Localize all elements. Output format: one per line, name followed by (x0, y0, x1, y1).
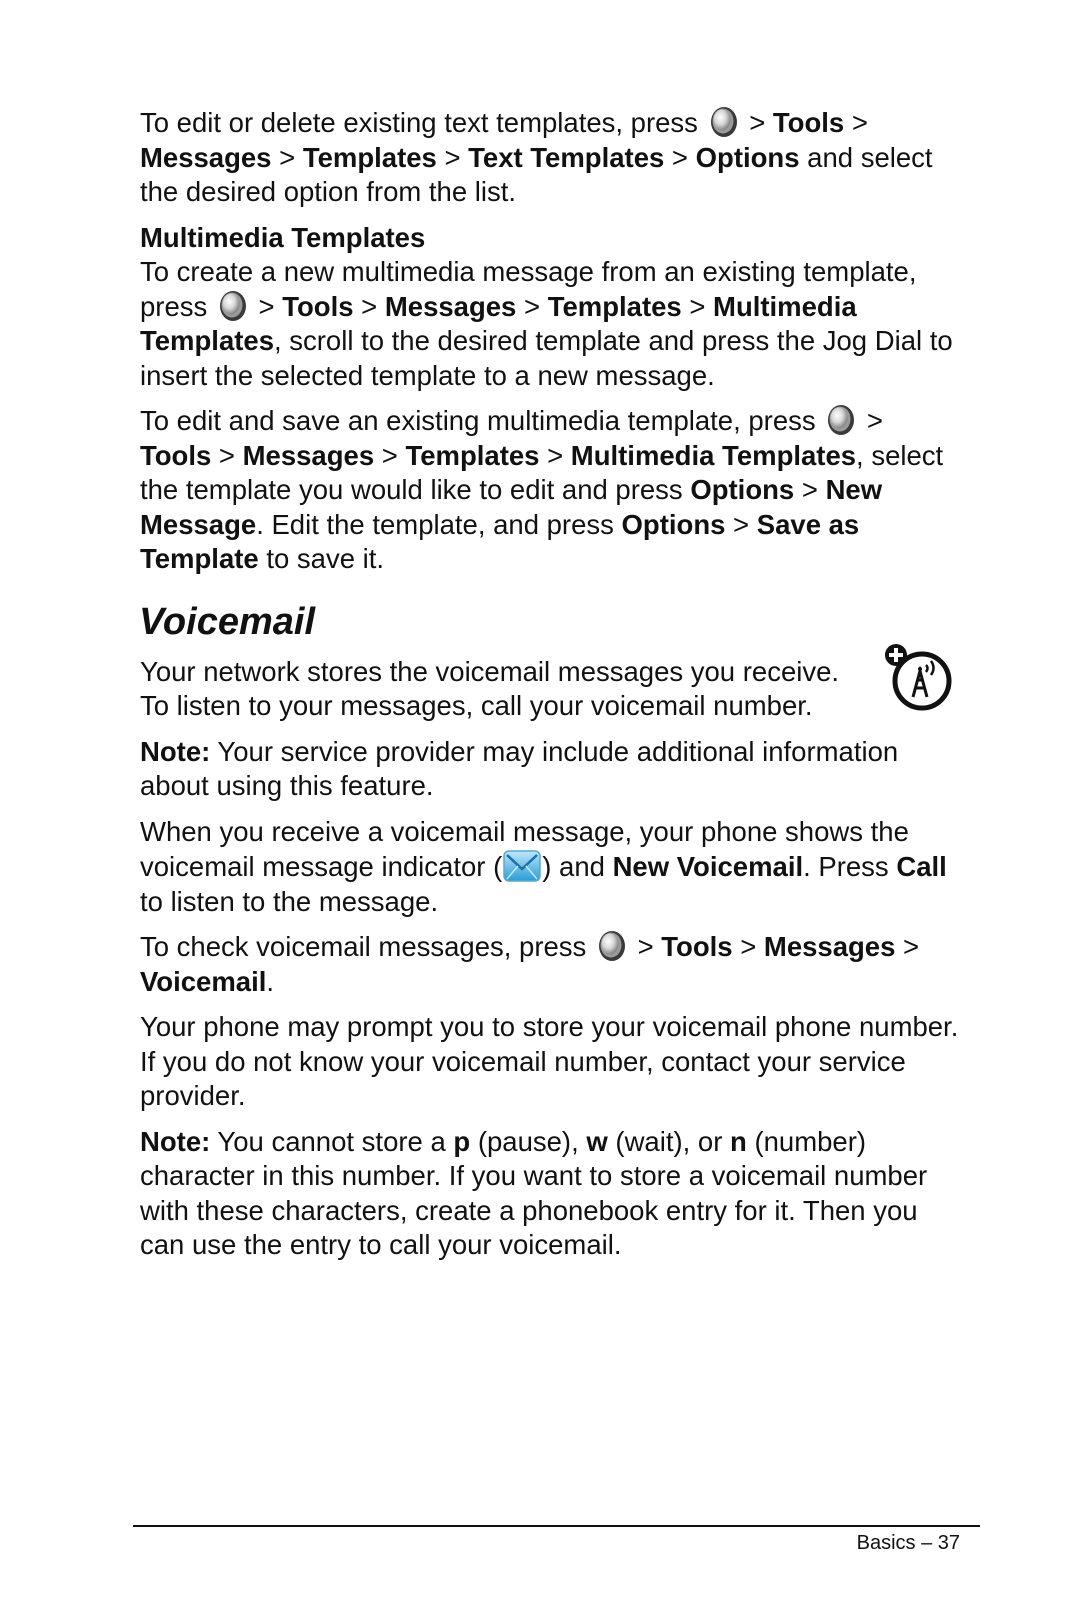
paragraph-edit-multimedia: To edit and save an existing multimedia … (140, 404, 944, 574)
page-number: Basics – 37 (856, 1532, 960, 1554)
menu-path-tools: Tools (772, 107, 845, 138)
paragraph-note-provider: Note: Your service provider may include … (140, 735, 899, 802)
paragraph-create-multimedia: To create a new multimedia message from … (140, 256, 953, 391)
envelope-icon (503, 850, 541, 882)
menu-path-messages: Messages (140, 141, 272, 173)
menu-key-icon (825, 404, 857, 436)
paragraph-check-voicemail: To check voicemail messages, press > Too… (140, 930, 920, 997)
subheading-multimedia-templates: Multimedia Templates (140, 221, 426, 253)
menu-key-icon (217, 290, 249, 322)
menu-path-text-templates: Text Templates (468, 141, 665, 173)
menu-key-icon (596, 930, 628, 962)
paragraph-voicemail-intro: Your network stores the voicemail messag… (140, 655, 840, 722)
menu-key-icon (708, 106, 740, 138)
menu-path-options: Options (695, 141, 800, 173)
voicemail-intro: Your network stores the voicemail messag… (140, 643, 960, 724)
paragraph-store-number: Your phone may prompt you to store your … (140, 1011, 959, 1111)
paragraph-voicemail-indicator: When you receive a voicemail message, yo… (140, 815, 947, 917)
section-title-voicemail: Voicemail (139, 600, 316, 643)
manual-page: To edit or delete existing text template… (139, 106, 960, 1274)
menu-path-templates: Templates (302, 141, 437, 173)
network-feature-icon (885, 643, 952, 710)
footer-divider (133, 1525, 980, 1527)
paragraph-note-characters: Note: You cannot store a p (pause), w (w… (140, 1125, 928, 1261)
paragraph-edit-text-templates: To edit or delete existing text template… (140, 106, 933, 207)
